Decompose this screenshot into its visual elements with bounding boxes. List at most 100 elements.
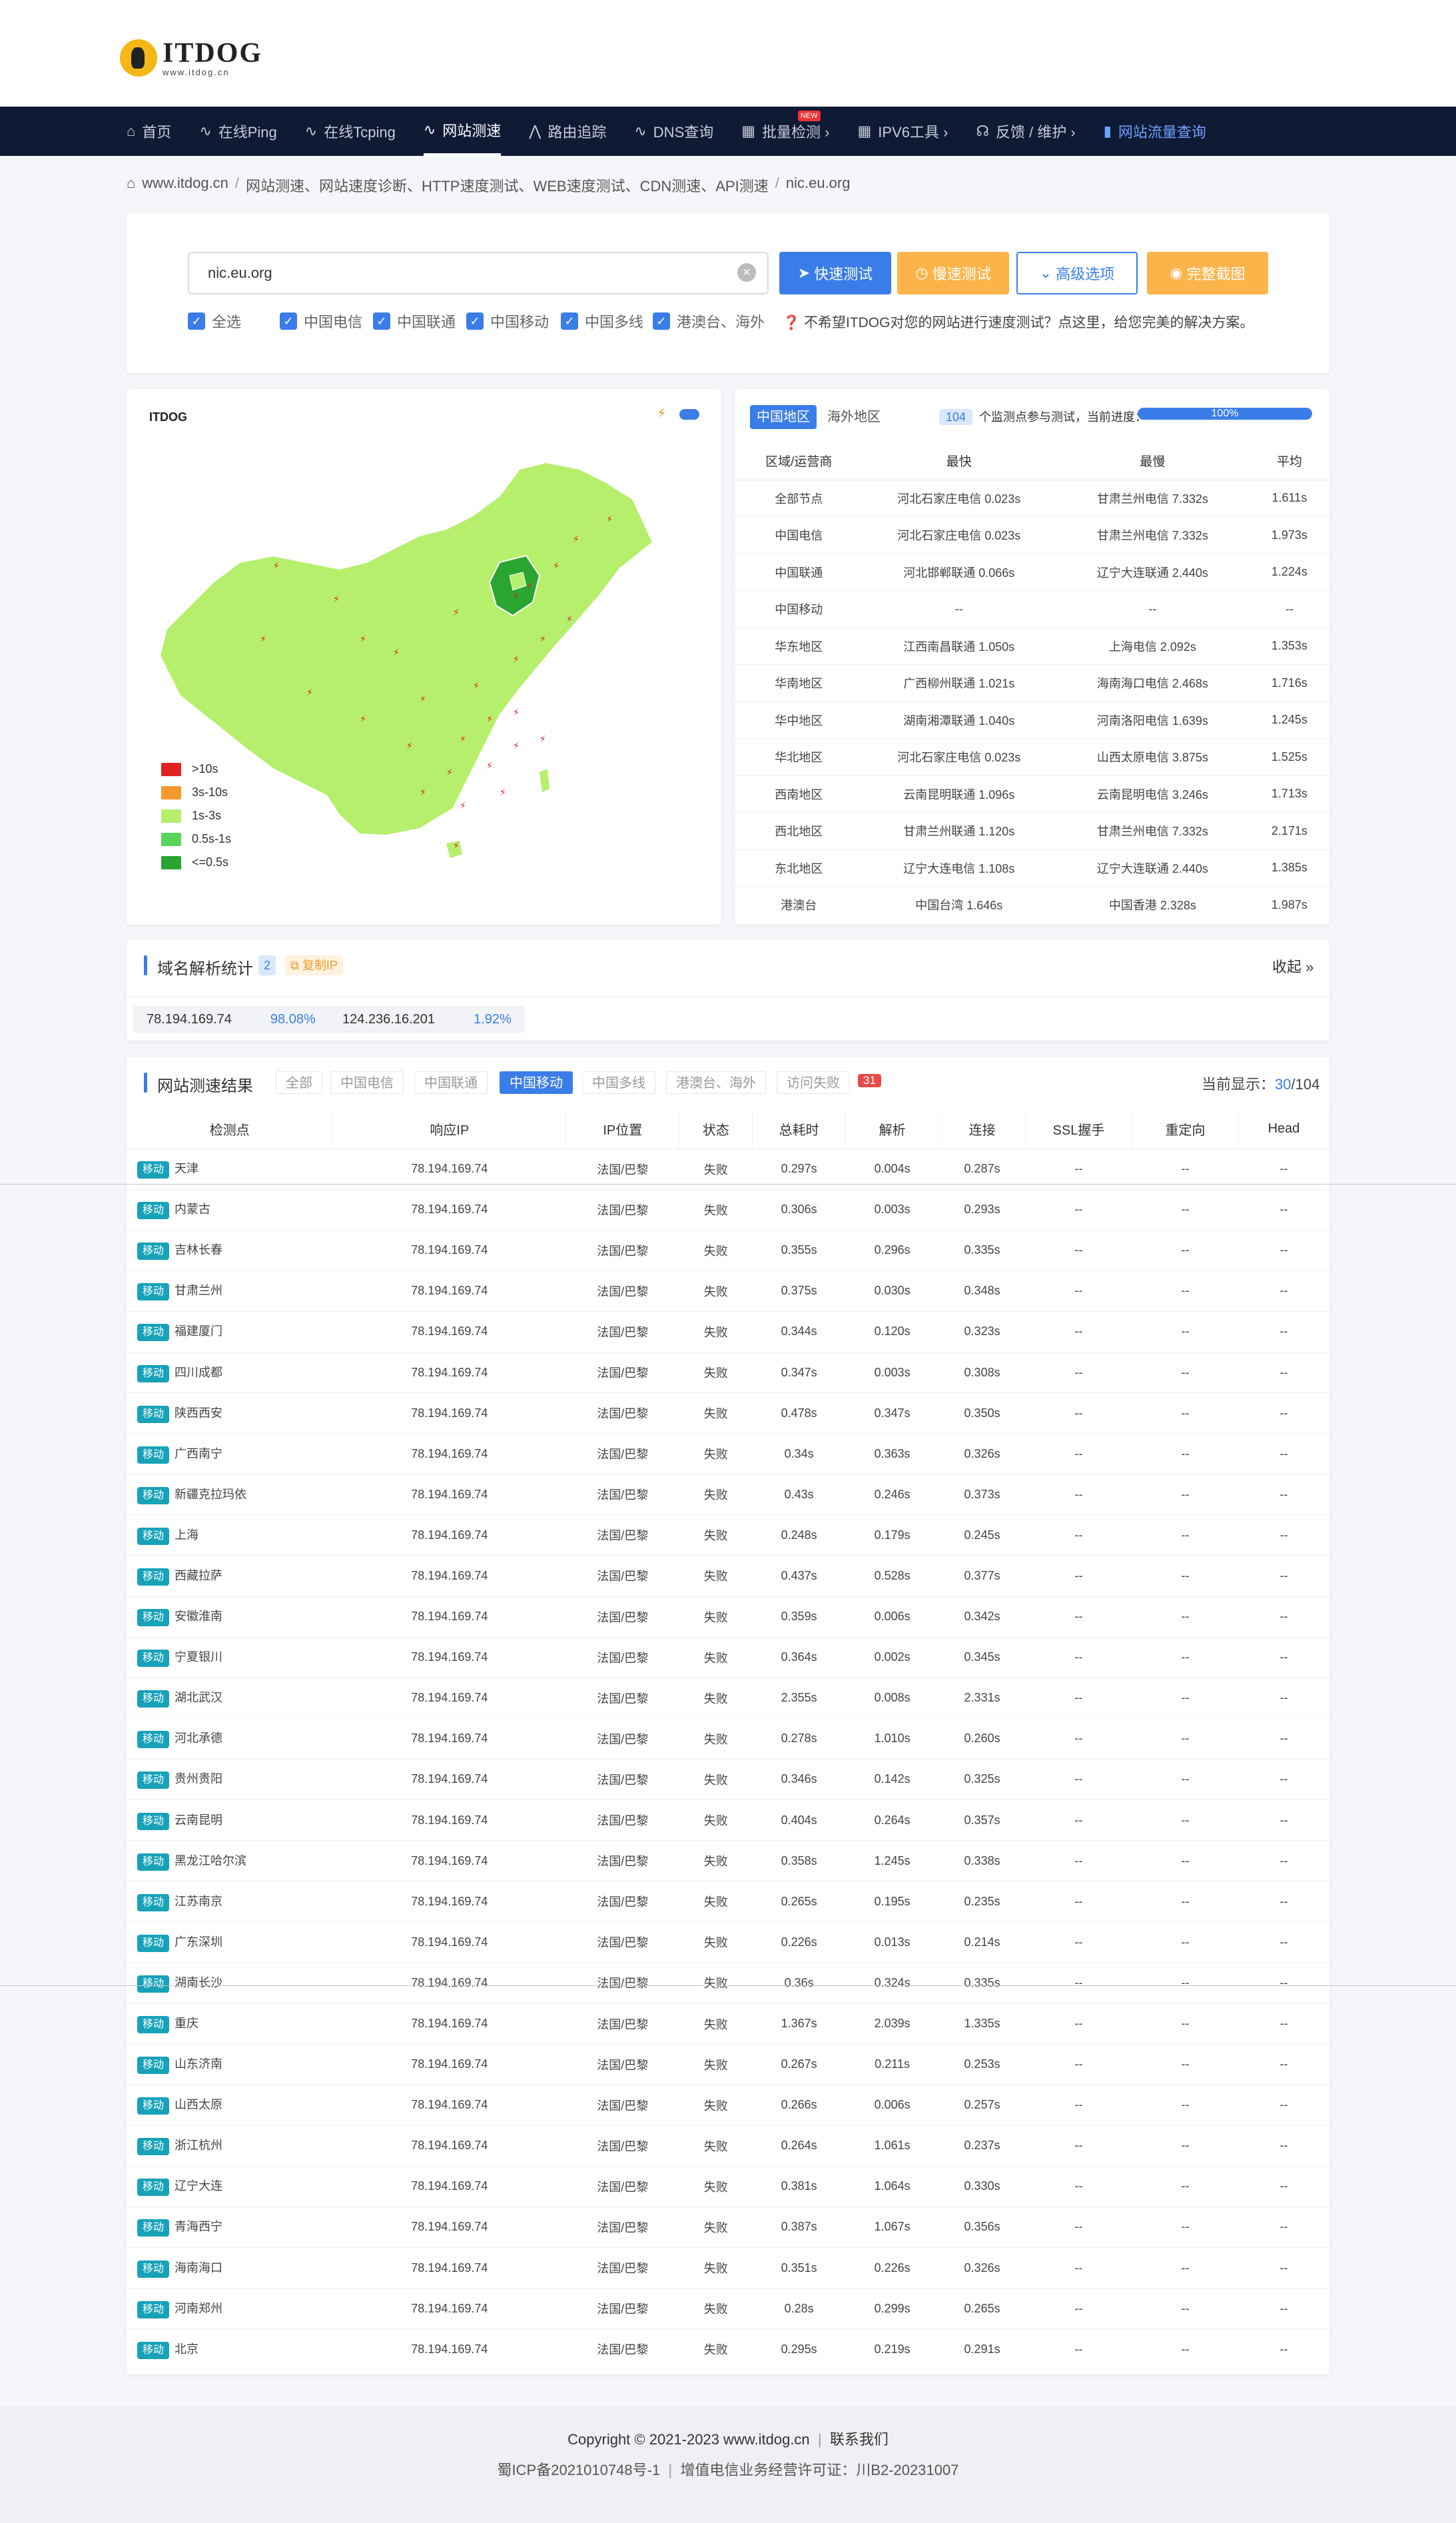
china-map[interactable]: ⚡ ⚡ ⚡ ⚡ ⚡ ⚡ ⚡ ⚡ ⚡ ⚡ ⚡ ⚡ ⚡ ⚡ ⚡ ⚡ ⚡ ⚡ ⚡ ⚡ ⚡ ⚡ ⚡ ⚡ ⚡ ⚡ ⚡ ⚡ ⚡ ⚡ [140,436,713,875]
filter-tab[interactable]: 中国联通 [414,1071,488,1094]
brand-logo[interactable]: ITDOG www.itdog.cn [120,35,266,81]
table-row[interactable]: 移动 安徽淮南 78.194.169.74 法国/巴黎 失败 0.359s 0.006s 0.… [127,1596,1329,1638]
probe-marker-icon[interactable]: ⚡ [453,840,460,851]
nav-item[interactable]: ▦ IPV6工具 › [858,107,948,156]
license-link[interactable]: 增值电信业务经营许可证：川B2-20231007 [680,2462,958,2478]
table-row[interactable]: 移动 吉林长春 78.194.169.74 法国/巴黎 失败 0.355s 0.296s 0.… [127,1230,1329,1271]
url-input[interactable]: nic.eu.org [188,252,769,294]
slow-test-button[interactable]: ◷ 慢速测试 [897,252,1009,294]
probe-marker-icon[interactable]: ⚡ [606,514,613,524]
table-row[interactable]: 移动 海南海口 78.194.169.74 法国/巴黎 失败 0.351s 0.226s 0.… [127,2247,1329,2289]
nav-item[interactable]: ⌂ 首页 [127,107,171,156]
table-row[interactable]: 移动 河北承德 78.194.169.74 法国/巴黎 失败 0.278s 1.010s 0.… [127,1718,1329,1760]
probe-marker-icon[interactable]: ⚡ [360,714,366,724]
clear-icon[interactable]: × [737,263,756,282]
probe-marker-icon[interactable]: ⚡ [540,734,546,744]
probe-marker-icon[interactable]: ⚡ [333,594,340,604]
filter-tab[interactable]: 全部 [276,1071,322,1094]
optout-tip-link[interactable]: ❓ 不希望ITDOG对您的网站进行速度测试？点这里，给您完美的解决方案。 [783,312,1254,332]
probe-marker-icon[interactable]: ⚡ [393,647,400,658]
table-row[interactable]: 移动 西藏拉萨 78.194.169.74 法国/巴黎 失败 0.437s 0.528s 0.… [127,1555,1329,1597]
probe-marker-icon[interactable]: ⚡ [500,787,506,797]
copy-ip-button[interactable]: ⧉ 复制IP [285,955,343,975]
table-row[interactable]: 移动 甘肃兰州 78.194.169.74 法国/巴黎 失败 0.375s 0.030s 0.… [127,1270,1329,1312]
probe-marker-icon[interactable]: ⚡ [306,687,313,698]
table-row[interactable]: 移动 云南昆明 78.194.169.74 法国/巴黎 失败 0.404s 0.264s 0.… [127,1799,1329,1841]
table-row[interactable]: 移动 贵州贵阳 78.194.169.74 法国/巴黎 失败 0.346s 0.142s 0.… [127,1759,1329,1801]
tab-china-region[interactable]: 中国地区 [750,405,817,429]
nav-item[interactable]: ∿ DNS查询 [634,107,713,156]
table-row[interactable]: 移动 福建厦门 78.194.169.74 法国/巴黎 失败 0.344s 0.120s 0.… [127,1311,1329,1352]
fast-test-button[interactable]: ➤ 快速测试 [779,252,891,294]
breadcrumb-section[interactable]: 网站测速、网站速度诊断、HTTP速度测试、WEB速度测试、CDN测速、API测速 [246,175,769,196]
table-row[interactable]: 移动 广东深圳 78.194.169.74 法国/巴黎 失败 0.226s 0.013s 0.… [127,1921,1329,1963]
nav-item[interactable]: ▮ 网站流量查询 [1104,107,1206,156]
probe-marker-icon[interactable]: ⚡ [526,580,533,591]
table-row[interactable]: 移动 天津 78.194.169.74 法国/巴黎 失败 0.297s 0.004s 0.28… [127,1149,1329,1190]
probe-marker-icon[interactable]: ⚡ [420,694,426,704]
table-row[interactable]: 移动 广西南宁 78.194.169.74 法国/巴黎 失败 0.34s 0.363s 0.3… [127,1433,1329,1475]
collapse-button[interactable]: 收起 » [1272,955,1313,977]
nav-item[interactable]: ▦ 批量检测 › NEW [741,107,830,156]
dns-ip-item[interactable]: 78.194.169.74 98.08% [133,1006,329,1033]
probe-marker-icon[interactable]: ⚡ [566,614,573,624]
probe-marker-icon[interactable]: ⚡ [360,634,366,644]
filter-tab[interactable]: 中国多线 [582,1071,655,1094]
probe-marker-icon[interactable]: ⚡ [540,634,546,644]
breadcrumb-home[interactable]: www.itdog.cn [142,175,228,196]
table-row[interactable]: 移动 江苏南京 78.194.169.74 法国/巴黎 失败 0.265s 0.195s 0.… [127,1881,1329,1923]
filter-tab[interactable]: 中国电信 [330,1071,404,1094]
dns-ip-item[interactable]: 124.236.16.201 1.92% [329,1006,525,1033]
region-checkbox[interactable]: ✓ 中国联通 [373,310,456,332]
map-toggle-switch[interactable] [679,409,699,420]
table-row[interactable]: 移动 宁夏银川 78.194.169.74 法国/巴黎 失败 0.364s 0.002s 0.… [127,1637,1329,1678]
advanced-options-button[interactable]: ⌄ 高级选项 [1016,252,1138,294]
tab-overseas-region[interactable]: 海外地区 [821,405,887,429]
probe-marker-icon[interactable]: ⚡ [460,800,466,811]
table-row[interactable]: 移动 内蒙古 78.194.169.74 法国/巴黎 失败 0.306s 0.003s 0.2… [127,1189,1329,1231]
table-row[interactable]: 移动 新疆克拉玛依 78.194.169.74 法国/巴黎 失败 0.43s 0.246s 0… [127,1474,1329,1516]
probe-marker-icon[interactable]: ⚡ [460,734,466,744]
table-row[interactable]: 移动 湖北武汉 78.194.169.74 法国/巴黎 失败 2.355s 0.008s 2.… [127,1678,1329,1719]
filter-tab[interactable]: 中国移动 [500,1071,573,1094]
nav-item[interactable]: ☊ 反馈 / 维护 › [976,107,1075,156]
table-row[interactable]: 移动 上海 78.194.169.74 法国/巴黎 失败 0.248s 0.179s 0.24… [127,1514,1329,1556]
table-row[interactable]: 移动 陕西西安 78.194.169.74 法国/巴黎 失败 0.478s 0.347s 0.… [127,1392,1329,1434]
probe-marker-icon[interactable]: ⚡ [513,707,520,718]
probe-marker-icon[interactable]: ⚡ [486,714,493,724]
table-row[interactable]: 移动 浙江杭州 78.194.169.74 法国/巴黎 失败 0.264s 1.061s 0.… [127,2125,1329,2167]
probe-marker-icon[interactable]: ⚡ [513,740,520,751]
table-row[interactable]: 移动 山东济南 78.194.169.74 法国/巴黎 失败 0.267s 0.211s 0.… [127,2044,1329,2085]
full-screenshot-button[interactable]: ◉ 完整截图 [1147,252,1268,294]
probe-marker-icon[interactable]: ⚡ [260,634,266,644]
probe-marker-icon[interactable]: ⚡ [473,680,480,691]
nav-item[interactable]: ⋀ 路由追踪 [529,107,606,156]
probe-marker-icon[interactable]: ⚡ [453,607,460,618]
icp-link[interactable]: 蜀ICP备2021010748号-1 [498,2462,661,2478]
probe-marker-icon[interactable]: ⚡ [573,534,579,544]
region-checkbox[interactable]: ✓ 中国电信 [280,310,362,332]
probe-marker-icon[interactable]: ⚡ [553,560,559,571]
table-row[interactable]: 移动 北京 78.194.169.74 法国/巴黎 失败 0.295s 0.219s 0.29… [127,2328,1329,2370]
table-row[interactable]: 移动 山西太原 78.194.169.74 法国/巴黎 失败 0.266s 0.006s 0.… [127,2085,1329,2126]
probe-marker-icon[interactable]: ⚡ [513,590,520,601]
table-row[interactable]: 移动 湖南长沙 78.194.169.74 法国/巴黎 失败 0.36s 0.324s 0.3… [127,1962,1329,2004]
probe-marker-icon[interactable]: ⚡ [446,767,453,777]
probe-marker-icon[interactable]: ⚡ [486,760,493,771]
table-row[interactable]: 移动 河南郑州 78.194.169.74 法国/巴黎 失败 0.28s 0.299s 0.2… [127,2288,1329,2330]
region-checkbox[interactable]: ✓ 港澳台、海外 [653,310,765,332]
filter-tab[interactable]: 访问失败 [777,1071,850,1094]
table-row[interactable]: 移动 重庆 78.194.169.74 法国/巴黎 失败 1.367s 2.039s 1.33… [127,2003,1329,2045]
nav-item[interactable]: ∿ 在线Ping [199,107,276,156]
table-row[interactable]: 移动 四川成都 78.194.169.74 法国/巴黎 失败 0.347s 0.003s 0.… [127,1352,1329,1394]
probe-marker-icon[interactable]: ⚡ [513,654,520,664]
region-checkbox[interactable]: ✓ 中国移动 [466,310,549,332]
table-row[interactable]: 移动 青海西宁 78.194.169.74 法国/巴黎 失败 0.387s 1.067s 0.… [127,2207,1329,2249]
table-row[interactable]: 移动 黑龙江哈尔滨 78.194.169.74 法国/巴黎 失败 0.358s 1.245s… [127,1840,1329,1882]
table-row[interactable]: 移动 辽宁大连 78.194.169.74 法国/巴黎 失败 0.381s 1.064s 0.… [127,2166,1329,2207]
contact-link[interactable]: 联系我们 [830,2431,889,2448]
region-checkbox[interactable]: ✓ 中国多线 [561,310,643,332]
filter-tab[interactable]: 港澳台、海外 [666,1071,766,1094]
nav-item[interactable]: ∿ 网站测速 [423,107,502,156]
probe-marker-icon[interactable]: ⚡ [273,560,280,571]
